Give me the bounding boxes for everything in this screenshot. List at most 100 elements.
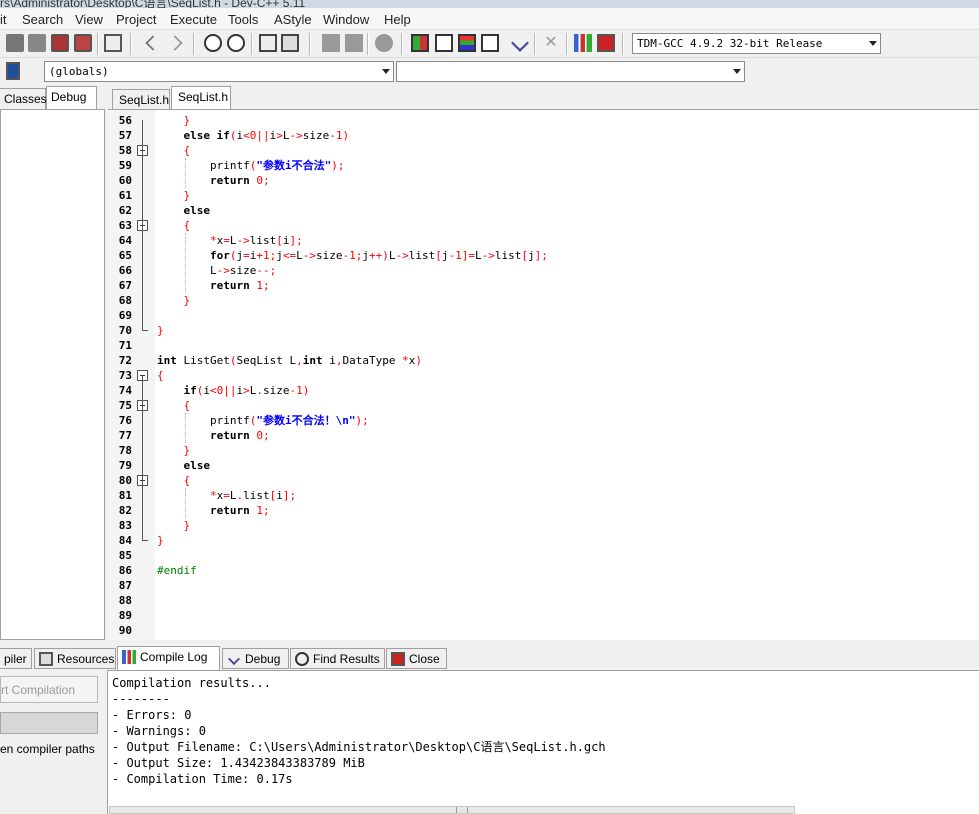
code-line[interactable]: 77 return 0;: [108, 428, 979, 443]
code-line[interactable]: 56 }: [108, 113, 979, 128]
tab-debug[interactable]: Debug: [46, 86, 97, 109]
code-line[interactable]: 72 int ListGet(SeqList L,int i,DataType *…: [108, 353, 979, 368]
menu-project[interactable]: Project: [116, 12, 156, 27]
menu-edit[interactable]: it: [0, 12, 7, 27]
code-line[interactable]: 76 printf("参数i不合法！\n");: [108, 413, 979, 428]
code-line[interactable]: 87: [108, 578, 979, 593]
print-icon[interactable]: [104, 34, 122, 52]
undo-icon[interactable]: [145, 35, 161, 51]
tab-close[interactable]: Close: [386, 648, 447, 669]
indent-guide: [185, 233, 186, 293]
code-text: {: [183, 144, 191, 157]
code-line[interactable]: 81 *x=L.list[i];: [108, 488, 979, 503]
menu-view[interactable]: View: [75, 12, 103, 27]
code-line[interactable]: 59 printf("参数i不合法");: [108, 158, 979, 173]
menu-astyle[interactable]: AStyle: [274, 12, 312, 27]
code-line[interactable]: 69: [108, 308, 979, 323]
code-line[interactable]: 79 else: [108, 458, 979, 473]
code-editor[interactable]: 56 } 57 else if(i<0||i>L->size-1) 58 {59 p…: [108, 109, 979, 640]
toggle-bookmark-icon[interactable]: [281, 34, 299, 52]
horizontal-scrollbar[interactable]: [109, 806, 795, 814]
close-all-icon[interactable]: [74, 34, 92, 52]
code-line[interactable]: 62 else: [108, 203, 979, 218]
tab-compiler[interactable]: piler: [0, 648, 32, 669]
line-number: 61: [118, 189, 132, 202]
code-line[interactable]: 68 }: [108, 293, 979, 308]
fold-guide: [142, 375, 143, 540]
code-line[interactable]: 90: [108, 623, 979, 638]
code-line[interactable]: 60 return 0;: [108, 173, 979, 188]
code-line[interactable]: 82 return 1;: [108, 503, 979, 518]
line-number: 60: [118, 174, 132, 187]
new-file-icon[interactable]: [6, 34, 24, 52]
menu-window[interactable]: Window: [323, 12, 369, 27]
tab-find-results[interactable]: Find Results: [290, 648, 385, 669]
code-line[interactable]: 63 {: [108, 218, 979, 233]
code-line[interactable]: 74 if(i<0||i>L.size-1): [108, 383, 979, 398]
code-line[interactable]: 65 for(j=i+1;j<=L->size-1;j++)L->list[j-…: [108, 248, 979, 263]
code-line[interactable]: 67 return 1;: [108, 278, 979, 293]
compile-run-icon[interactable]: [458, 34, 476, 52]
unindent-icon[interactable]: [345, 34, 363, 52]
members-combo[interactable]: [396, 61, 745, 82]
tab-classes[interactable]: Classes: [0, 88, 47, 109]
indent-guide: [185, 158, 186, 188]
code-line[interactable]: 57 else if(i<0||i>L->size-1): [108, 128, 979, 143]
tab-debug-bottom[interactable]: Debug: [222, 648, 289, 669]
code-line[interactable]: 78 }: [108, 443, 979, 458]
log-line: - Warnings: 0: [112, 724, 206, 738]
tab-compile-log[interactable]: Compile Log: [117, 646, 220, 670]
redo-icon[interactable]: [167, 35, 183, 51]
menu-execute[interactable]: Execute: [170, 12, 217, 27]
code-line[interactable]: 89: [108, 608, 979, 623]
syntax-check-icon[interactable]: [511, 34, 529, 52]
scrollbar-grip[interactable]: [456, 807, 468, 813]
compile-icon[interactable]: [411, 34, 429, 52]
abort-compilation-button[interactable]: rt Compilation: [0, 676, 98, 703]
check-icon: [228, 653, 240, 665]
goto-line-icon[interactable]: [259, 34, 277, 52]
delete-profile-icon[interactable]: [597, 34, 615, 52]
code-line[interactable]: 80 {: [108, 473, 979, 488]
tab-seqlist-h-2[interactable]: SeqList.h: [171, 86, 231, 109]
compiler-select[interactable]: TDM-GCC 4.9.2 32-bit Release: [632, 33, 881, 54]
code-line[interactable]: 66 L->size--;: [108, 263, 979, 278]
comment-icon[interactable]: [375, 34, 393, 52]
indent-icon[interactable]: [322, 34, 340, 52]
tab-seqlist-h-1[interactable]: SeqList.h: [112, 89, 170, 109]
profile-icon[interactable]: [574, 34, 592, 52]
code-line[interactable]: 75 {: [108, 398, 979, 413]
open-project-icon[interactable]: [28, 34, 46, 52]
code-line[interactable]: 64 *x=L->list[i];: [108, 233, 979, 248]
line-number: 76: [118, 414, 132, 427]
stop-execution-icon[interactable]: ✕: [542, 34, 560, 52]
run-icon[interactable]: [435, 34, 453, 52]
code-line[interactable]: 88: [108, 593, 979, 608]
code-line[interactable]: 58 {: [108, 143, 979, 158]
code-line[interactable]: 86 #endif: [108, 563, 979, 578]
code-line[interactable]: 61 }: [108, 188, 979, 203]
code-text: {: [183, 219, 191, 232]
code-line[interactable]: 85: [108, 548, 979, 563]
close-file-icon[interactable]: [51, 34, 69, 52]
menu-tools[interactable]: Tools: [228, 12, 258, 27]
code-line[interactable]: 70}: [108, 323, 979, 338]
menu-search[interactable]: Search: [22, 12, 63, 27]
shorten-paths-label[interactable]: en compiler paths: [0, 742, 95, 756]
menu-bar: it Search View Project Execute Tools ASt…: [0, 8, 979, 30]
tab-resources[interactable]: Resources: [34, 648, 116, 669]
line-number: 88: [118, 594, 132, 607]
code-line[interactable]: 71: [108, 338, 979, 353]
menu-help[interactable]: Help: [384, 12, 411, 27]
code-line[interactable]: 84}: [108, 533, 979, 548]
code-line[interactable]: 83 }: [108, 518, 979, 533]
line-number: 70: [118, 324, 132, 337]
find-icon[interactable]: [204, 34, 222, 52]
close-icon: [391, 652, 405, 666]
class-browser-icon[interactable]: [6, 62, 20, 80]
replace-icon[interactable]: [227, 34, 245, 52]
rebuild-icon[interactable]: [481, 34, 499, 52]
line-number: 73: [118, 369, 132, 382]
code-line[interactable]: 73 {: [108, 368, 979, 383]
scope-combo[interactable]: (globals): [44, 61, 394, 82]
